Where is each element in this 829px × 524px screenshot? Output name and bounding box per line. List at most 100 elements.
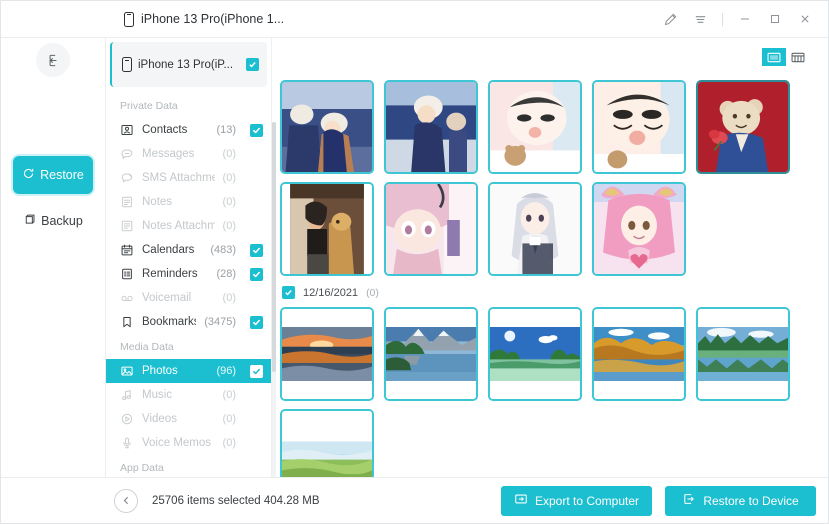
sidebar-item-bookmarks[interactable]: Bookmarks (3475) bbox=[106, 310, 271, 334]
restore-button[interactable]: Restore bbox=[13, 156, 93, 194]
photo-thumbnail[interactable] bbox=[384, 182, 478, 276]
device-tab[interactable]: iPhone 13 Pro(iP... bbox=[110, 42, 267, 87]
photo-thumbnail[interactable] bbox=[384, 80, 478, 174]
sidebar-item-checkbox[interactable] bbox=[250, 364, 263, 378]
sidebar-item-label: Voicemail bbox=[142, 292, 192, 304]
sidebar-item-calendars[interactable]: Calendars (483) bbox=[106, 238, 271, 262]
sidebar-item-count: (0) bbox=[222, 292, 236, 304]
sidebar-item-count: (0) bbox=[222, 196, 236, 208]
video-play-icon bbox=[120, 412, 134, 426]
sidebar-item-label: Music bbox=[142, 389, 173, 401]
sidebar-item-checkbox[interactable] bbox=[250, 267, 263, 281]
sidebar-section-title: App Data bbox=[120, 462, 164, 474]
notes-icon bbox=[120, 195, 134, 209]
backup-button[interactable]: Backup bbox=[13, 208, 93, 234]
bookmark-icon bbox=[120, 315, 134, 329]
photo-thumbnail[interactable] bbox=[280, 80, 374, 174]
hamburger-menu-icon[interactable] bbox=[685, 5, 715, 33]
sidebar-item-count: (0) bbox=[222, 172, 236, 184]
photo-thumbnail[interactable] bbox=[592, 182, 686, 276]
sidebar-item-notes: Notes (0) bbox=[106, 190, 271, 214]
phone-icon bbox=[124, 11, 134, 27]
sidebar-section-title: Media Data bbox=[120, 341, 174, 353]
photo-thumbnail[interactable] bbox=[696, 307, 790, 401]
photo-thumbnail[interactable] bbox=[696, 80, 790, 174]
device-tab-checkbox[interactable] bbox=[246, 58, 259, 71]
sidebar-item-checkbox[interactable] bbox=[250, 243, 263, 257]
sidebar-item-checkbox-placeholder bbox=[250, 413, 263, 426]
restore-to-device-button[interactable]: Restore to Device bbox=[665, 485, 816, 516]
photo-thumbnail[interactable] bbox=[280, 307, 374, 401]
sidebar-item-messages: Messages (0) bbox=[106, 142, 271, 166]
sidebar-item-count: (28) bbox=[216, 268, 236, 280]
sidebar-item-checkbox-placeholder bbox=[250, 196, 263, 209]
rail-actions: Restore Backup bbox=[1, 156, 105, 234]
photo-thumbnail[interactable] bbox=[280, 409, 374, 477]
date-group-count: (0) bbox=[366, 286, 379, 299]
sidebar-item-count: (3475) bbox=[204, 316, 236, 328]
photo-grid-area[interactable]: 12/16/2021 (0) bbox=[272, 76, 828, 477]
message-bubble-icon bbox=[120, 147, 134, 161]
contact-card-icon bbox=[120, 123, 134, 137]
sidebar-item-checkbox-placeholder bbox=[250, 437, 263, 450]
app-window: iPhone 13 Pro(iPhone 1... Restore Backup… bbox=[0, 0, 829, 524]
window-title-group: iPhone 13 Pro(iPhone 1... bbox=[106, 11, 284, 27]
detail-view-icon[interactable] bbox=[786, 48, 810, 66]
title-bar: iPhone 13 Pro(iPhone 1... bbox=[1, 1, 828, 38]
sidebar-item-checkbox-placeholder bbox=[250, 220, 263, 233]
sidebar-item-checkbox-placeholder bbox=[250, 172, 263, 185]
photo-thumbnail[interactable] bbox=[592, 307, 686, 401]
backup-button-label: Backup bbox=[41, 214, 83, 228]
photo-row bbox=[280, 178, 816, 280]
sidebar-item-count: (0) bbox=[222, 437, 236, 449]
toolbar-divider bbox=[722, 12, 723, 26]
photo-thumbnail[interactable] bbox=[488, 80, 582, 174]
selection-status: 25706 items selected 404.28 MB bbox=[152, 494, 320, 507]
sidebar-item-checkbox-placeholder bbox=[250, 148, 263, 161]
notes-attachment-icon bbox=[120, 219, 134, 233]
maximize-icon[interactable] bbox=[760, 5, 790, 33]
sidebar-item-label: SMS Attachments bbox=[142, 172, 215, 184]
sidebar-item-contacts[interactable]: Contacts (13) bbox=[106, 118, 271, 142]
exit-icon[interactable] bbox=[36, 43, 70, 77]
photo-row bbox=[280, 405, 816, 477]
sms-attachment-icon bbox=[120, 171, 134, 185]
close-icon[interactable] bbox=[790, 5, 820, 33]
main-toolbar bbox=[272, 38, 828, 76]
export-icon bbox=[514, 492, 528, 509]
restore-button-label: Restore bbox=[40, 168, 84, 182]
refresh-icon bbox=[22, 167, 35, 183]
export-to-computer-button[interactable]: Export to Computer bbox=[501, 485, 652, 516]
sidebar-item-label: Contacts bbox=[142, 124, 188, 136]
pencil-icon[interactable] bbox=[655, 5, 685, 33]
sidebar-item-reminders[interactable]: Reminders (28) bbox=[106, 262, 271, 286]
thumbnail-view-icon[interactable] bbox=[762, 48, 786, 66]
backup-box-icon bbox=[23, 213, 36, 229]
sidebar-item-label: Reminders bbox=[142, 268, 198, 280]
sidebar-item-photos[interactable]: Photos (96) bbox=[106, 359, 271, 383]
left-rail: Restore Backup bbox=[1, 38, 106, 477]
photo-thumbnail[interactable] bbox=[384, 307, 478, 401]
sidebar-item-checkbox-placeholder bbox=[250, 292, 263, 305]
sidebar-item-label: Photos bbox=[142, 365, 178, 377]
date-group-header: 12/16/2021 (0) bbox=[280, 280, 816, 303]
sidebar-list: Private Data Contacts (13) Messages (0) SMS A… bbox=[106, 89, 271, 477]
sidebar-item-checkbox[interactable] bbox=[250, 315, 263, 329]
photo-thumbnail[interactable] bbox=[488, 307, 582, 401]
sidebar-item-label: Notes bbox=[142, 196, 173, 208]
music-note-icon bbox=[120, 388, 134, 402]
sidebar-item-checkbox[interactable] bbox=[250, 123, 263, 137]
bottom-bar: 25706 items selected 404.28 MB Export to… bbox=[1, 477, 828, 523]
photo-thumbnail[interactable] bbox=[592, 80, 686, 174]
sidebar-item-label: Notes Attachme... bbox=[142, 220, 215, 232]
main-panel: 12/16/2021 (0) bbox=[272, 38, 828, 477]
minimize-icon[interactable] bbox=[730, 5, 760, 33]
photo-thumbnail[interactable] bbox=[488, 182, 582, 276]
sidebar-item-count: (483) bbox=[210, 244, 236, 256]
chevron-left-icon[interactable] bbox=[114, 488, 138, 513]
grid-scrollbar-thumb[interactable] bbox=[272, 122, 276, 372]
sidebar-item-label: Videos bbox=[142, 413, 177, 425]
date-group-checkbox[interactable] bbox=[282, 286, 295, 299]
photo-thumbnail[interactable] bbox=[280, 182, 374, 276]
sidebar-item-videos: Videos (0) bbox=[106, 407, 271, 431]
